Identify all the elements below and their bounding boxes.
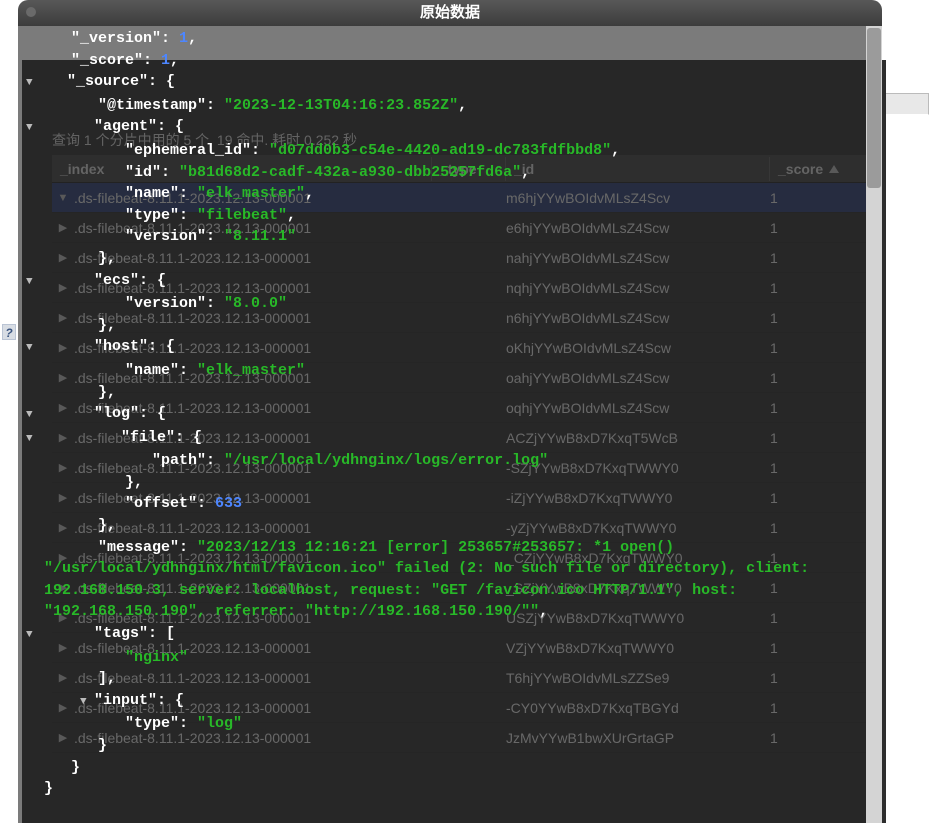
json-value-ephemeral-id: "d07dd0b3-c54e-4420-ad19-dc783fdfbbd8"	[269, 142, 611, 159]
json-key-source: "_source": {	[67, 73, 175, 90]
tree-caret-icon[interactable]: ▼	[26, 272, 40, 294]
tree-caret-icon[interactable]: ▼	[26, 405, 40, 427]
json-value-offset: 633	[215, 495, 242, 512]
json-key-ecs: "ecs": {	[94, 272, 166, 289]
json-key-message: "message":	[98, 539, 197, 556]
json-tree[interactable]: "_version": 1, "_score": 1, ▼ "_source":…	[18, 26, 882, 810]
json-value-version-agent: "8.11.1"	[224, 228, 296, 245]
json-key-host-name: "name":	[125, 362, 197, 379]
json-value-id: "b81d68d2-cadf-432a-a930-dbb25257fd6a"	[179, 164, 521, 181]
json-key-path: "path":	[152, 452, 224, 469]
background-tab-stub	[882, 93, 929, 115]
json-key-agent: "agent": {	[94, 118, 184, 135]
scrollbar-track[interactable]	[866, 26, 882, 823]
tree-caret-icon[interactable]: ▼	[26, 338, 40, 360]
json-value-name: "elk_master"	[197, 185, 305, 202]
json-key-timestamp: "@timestamp":	[98, 97, 224, 114]
modal-title: 原始数据	[420, 4, 480, 21]
tree-caret-icon[interactable]: ▼	[26, 625, 40, 647]
tree-caret-icon[interactable]: ▼	[26, 73, 40, 95]
json-key-type: "type":	[125, 207, 197, 224]
json-value-score: 1	[161, 52, 170, 69]
json-key-id: "id":	[125, 164, 179, 181]
modal-titlebar[interactable]: 原始数据	[18, 0, 882, 26]
scrollbar-thumb[interactable]	[867, 28, 881, 188]
json-value-type: "filebeat"	[197, 207, 287, 224]
raw-data-modal: 原始数据 "_version": 1, "_score": 1, ▼ "_sou…	[18, 0, 882, 823]
json-key-name: "name":	[125, 185, 197, 202]
json-value-path: "/usr/local/ydhnginx/logs/error.log"	[224, 452, 548, 469]
tree-caret-icon[interactable]: ▼	[26, 429, 40, 451]
json-key-file: "file": {	[121, 429, 202, 446]
json-key-input: "input": {	[94, 692, 184, 709]
json-value-input-type: "log"	[197, 715, 242, 732]
json-key-log: "log": {	[94, 405, 166, 422]
json-key-tags: "tags": [	[94, 625, 175, 642]
json-key-offset: "offset":	[125, 495, 215, 512]
json-value-ecs-version: "8.0.0"	[224, 295, 287, 312]
json-key-host: "host": {	[94, 338, 175, 355]
tree-caret-icon[interactable]: ▼	[26, 118, 40, 140]
help-icon[interactable]: ?	[2, 324, 16, 340]
json-key-ecs-version: "version":	[125, 295, 224, 312]
json-key-ephemeral-id: "ephemeral_id":	[125, 142, 269, 159]
json-key-input-type: "type":	[125, 715, 197, 732]
json-value-timestamp: "2023-12-13T04:16:23.852Z"	[224, 97, 458, 114]
modal-body: "_version": 1, "_score": 1, ▼ "_source":…	[18, 26, 882, 823]
json-value-version: 1	[179, 30, 188, 47]
json-value-host-name: "elk_master"	[197, 362, 305, 379]
json-key-version: "version":	[125, 228, 224, 245]
tree-caret-icon[interactable]: ▼	[80, 692, 94, 714]
json-value-tags: "nginx"	[125, 649, 188, 666]
